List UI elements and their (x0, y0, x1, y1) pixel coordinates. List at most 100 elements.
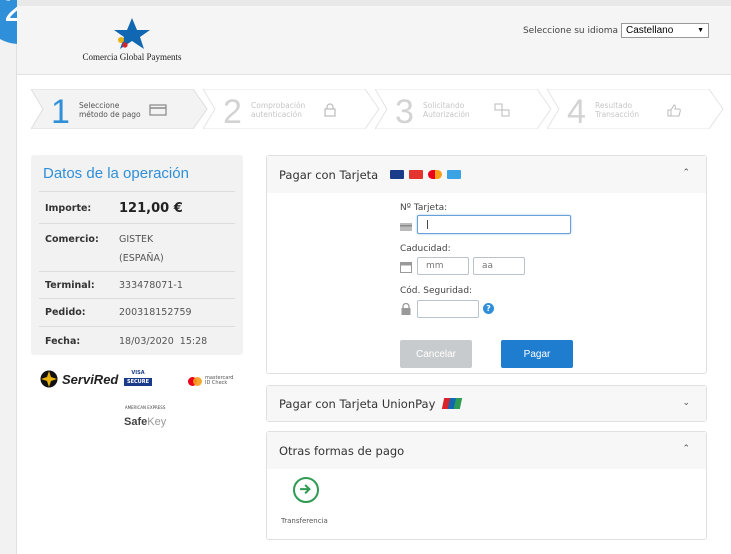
step-1-line1: Seleccione (79, 101, 120, 110)
cancel-button[interactable]: Cancelar (400, 340, 472, 368)
date-label: Fecha: (45, 336, 81, 347)
step-4-number: 4 (567, 93, 586, 131)
language-dropdown[interactable]: Castellano ▼ (621, 23, 709, 38)
divider (39, 223, 235, 224)
amex-card-icon (447, 170, 462, 179)
lock-icon (324, 103, 336, 117)
language-label: Seleccione su idioma (522, 25, 618, 36)
calendar-icon (400, 262, 412, 273)
amex-safekey-logo: AMERICAN EXPRESS SafeKey (124, 405, 166, 429)
safekey-key: Key (147, 416, 167, 428)
date-value: 18/03/2020 15:28 (119, 336, 208, 347)
operation-title: Datos de la operación (43, 165, 189, 182)
visa-secure-text: SECURE (124, 378, 152, 386)
merchant-country: (ESPAÑA) (119, 253, 164, 264)
step-2-number: 2 (223, 93, 242, 131)
unionpay-panel: Pagar con Tarjeta UnionPay ⌄ (266, 385, 707, 422)
divider (39, 191, 235, 192)
unionpay-panel-header[interactable]: Pagar con Tarjeta UnionPay ⌄ (267, 386, 706, 421)
amount-label: Importe: (45, 203, 92, 214)
logo-text: Comercia Global Payments (82, 52, 182, 62)
unionpay-card-icon (442, 398, 463, 409)
other-payment-panel: Otras formas de pago ⌃ Transferencia (266, 431, 707, 540)
chevron-down-icon: ⌄ (682, 398, 690, 408)
step-3-label: Solicitando Autorización (423, 101, 493, 119)
comercia-logo: Comercia Global Payments (72, 16, 192, 76)
row-terminal: Terminal: 333478071-1 (45, 280, 183, 291)
merchant-name: GISTEK (119, 234, 154, 245)
visa-text: VISA (131, 370, 145, 376)
other-panel-header[interactable]: Otras formas de pago ⌃ (267, 432, 706, 469)
card-brand-icons (390, 170, 462, 179)
step-4-label: Resultado Transacción (595, 101, 665, 119)
step-4: 4 Resultado Transacción (547, 89, 725, 129)
card-panel-header[interactable]: Pagar con Tarjeta ⌃ (267, 156, 706, 193)
mastercard-text: mastercard ID Check (205, 376, 233, 386)
row-merchant: Comercio: GISTEK (ESPAÑA) (45, 234, 164, 264)
card-panel-title: Pagar con Tarjeta (279, 167, 379, 182)
visa-card-icon (390, 170, 405, 179)
servired-logo: ServiRed (40, 370, 118, 388)
step-4-line1: Resultado (595, 101, 633, 110)
cvv-label: Cód. Seguridad: (400, 286, 473, 296)
help-icon[interactable]: ? (483, 303, 494, 314)
merchant-label: Comercio: (45, 234, 99, 245)
merchant-value: GISTEK (ESPAÑA) (119, 234, 164, 264)
chevron-up-icon: ⌃ (682, 168, 690, 178)
safekey-main: Safe (124, 416, 148, 428)
expiry-year-input[interactable]: aa (473, 257, 525, 275)
order-value: 200318152759 (119, 307, 192, 318)
step-2: 2 Comprobación autenticación (203, 89, 381, 129)
mastercard-card-icon (409, 170, 424, 179)
language-selector: Seleccione su idioma Castellano ▼ (523, 23, 709, 38)
safekey-text: SafeKey (124, 416, 166, 428)
progress-steps: 1 Seleccione método de pago 2 Comprobació… (17, 75, 731, 145)
year-placeholder: aa (482, 261, 494, 271)
step-3-line2: Autorización (423, 110, 470, 119)
visa-secure-logo: VISA SECURE (124, 370, 152, 394)
card-payment-panel: Pagar con Tarjeta ⌃ Nº Tarjeta: | Caduci… (266, 155, 707, 374)
expiry-month-input[interactable]: mm (417, 257, 469, 275)
servired-text: ServiRed (62, 371, 119, 387)
row-amount: Importe: 121,00 € (45, 201, 183, 216)
expiry-label: Caducidad: (400, 244, 451, 254)
operation-details-panel: Datos de la operación Importe: 121,00 € … (31, 155, 243, 355)
divider (39, 298, 235, 299)
row-date: Fecha: 18/03/2020 15:28 (45, 336, 207, 347)
thumbs-up-icon (667, 104, 681, 117)
step-1-number: 1 (51, 93, 70, 131)
step-2-line2: autenticación (251, 110, 302, 119)
amex-text: AMERICAN EXPRESS (124, 405, 166, 410)
step-1: 1 Seleccione método de pago (31, 89, 209, 129)
servired-icon (40, 370, 58, 388)
transfer-arrow-icon[interactable] (293, 477, 319, 503)
network-icon (494, 103, 510, 117)
terminal-value: 333478071-1 (119, 280, 183, 291)
card-number-input[interactable]: | (417, 215, 571, 234)
step-4-line2: Transacción (595, 110, 640, 119)
unionpay-panel-title: Pagar con Tarjeta UnionPay (279, 396, 436, 411)
mastercard-sub: ID Check (205, 380, 228, 386)
left-strip (0, 0, 17, 554)
mastercard-idcheck-logo: mastercard ID Check (188, 376, 233, 386)
maestro-card-icon (428, 170, 443, 179)
order-label: Pedido: (45, 307, 86, 318)
pay-button[interactable]: Pagar (501, 340, 573, 368)
month-placeholder: mm (426, 261, 444, 271)
language-value: Castellano (626, 25, 674, 36)
card-number-icon (400, 223, 412, 231)
step-1-line2: método de pago (79, 110, 141, 119)
step-2-line1: Comprobación (251, 101, 306, 110)
cvv-input[interactable] (417, 300, 479, 318)
transfer-label[interactable]: Transferencia (281, 517, 328, 525)
mastercard-icon (188, 376, 202, 386)
other-panel-title: Otras formas de pago (279, 443, 405, 458)
caret-down-icon: ▼ (697, 27, 704, 34)
card-icon (149, 104, 167, 116)
card-number-label: Nº Tarjeta: (400, 203, 448, 213)
padlock-icon (401, 303, 411, 315)
divider (39, 271, 235, 272)
step-3: 3 Solicitando Autorización (375, 89, 553, 129)
amount-value: 121,00 € (119, 201, 183, 216)
step-3-number: 3 (395, 93, 414, 131)
